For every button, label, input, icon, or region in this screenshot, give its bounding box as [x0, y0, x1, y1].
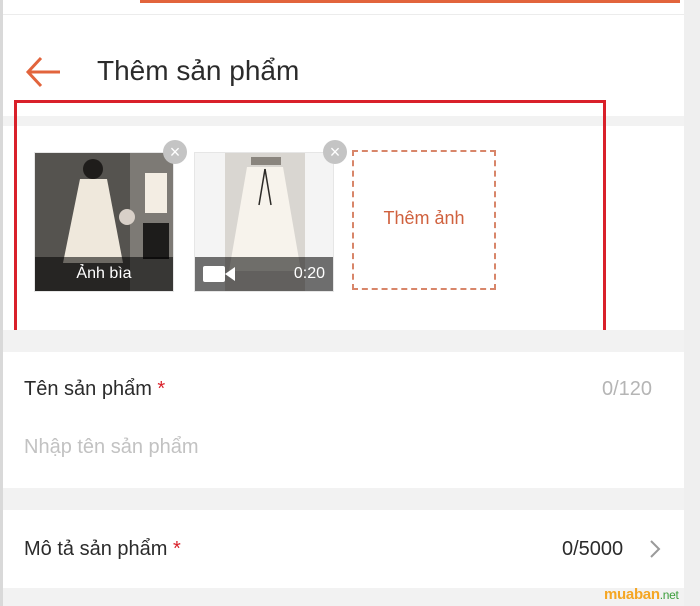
section-separator	[3, 330, 684, 352]
right-edge	[684, 0, 700, 606]
cover-image-thumbnail[interactable]: Ảnh bìa	[34, 152, 174, 292]
section-separator	[3, 116, 684, 126]
video-duration: 0:20	[293, 265, 325, 282]
arrow-left-icon[interactable]	[24, 52, 64, 92]
watermark-suffix: .net	[659, 588, 679, 602]
product-description-counter: 0/5000	[562, 538, 624, 560]
watermark: muaban.net	[604, 586, 679, 603]
video-thumbnail[interactable]: 0:20	[194, 152, 334, 292]
watermark-main: muaban	[604, 586, 660, 603]
video-info-bar: 0:20	[195, 257, 333, 291]
required-mark: *	[157, 378, 166, 400]
product-description-label-text: Mô tả sản phẩm	[24, 538, 168, 560]
top-accent-strip	[140, 0, 680, 3]
required-mark: *	[172, 538, 181, 560]
product-name-label: Tên sản phẩm *	[24, 378, 165, 401]
cover-image-label: Ảnh bìa	[35, 257, 173, 291]
product-name-label-text: Tên sản phẩm	[24, 378, 152, 400]
product-name-input[interactable]	[24, 432, 584, 462]
product-name-counter: 0/120	[602, 378, 653, 400]
add-photo-label: Thêm ảnh	[383, 208, 465, 228]
app-frame: Thêm sản phẩm Ảnh bìa × 0:20 × Thêm ảnh …	[0, 0, 700, 606]
chevron-right-icon	[650, 540, 661, 558]
section-separator	[3, 488, 684, 510]
video-camera-icon	[203, 266, 235, 282]
page-title: Thêm sản phẩm	[97, 55, 300, 86]
remove-cover-button[interactable]: ×	[163, 140, 187, 164]
bottom-separator	[3, 588, 684, 606]
add-photo-button[interactable]: Thêm ảnh	[352, 150, 496, 290]
remove-video-button[interactable]: ×	[323, 140, 347, 164]
product-description-label: Mô tả sản phẩm *	[24, 538, 181, 561]
product-name-section	[3, 352, 684, 486]
